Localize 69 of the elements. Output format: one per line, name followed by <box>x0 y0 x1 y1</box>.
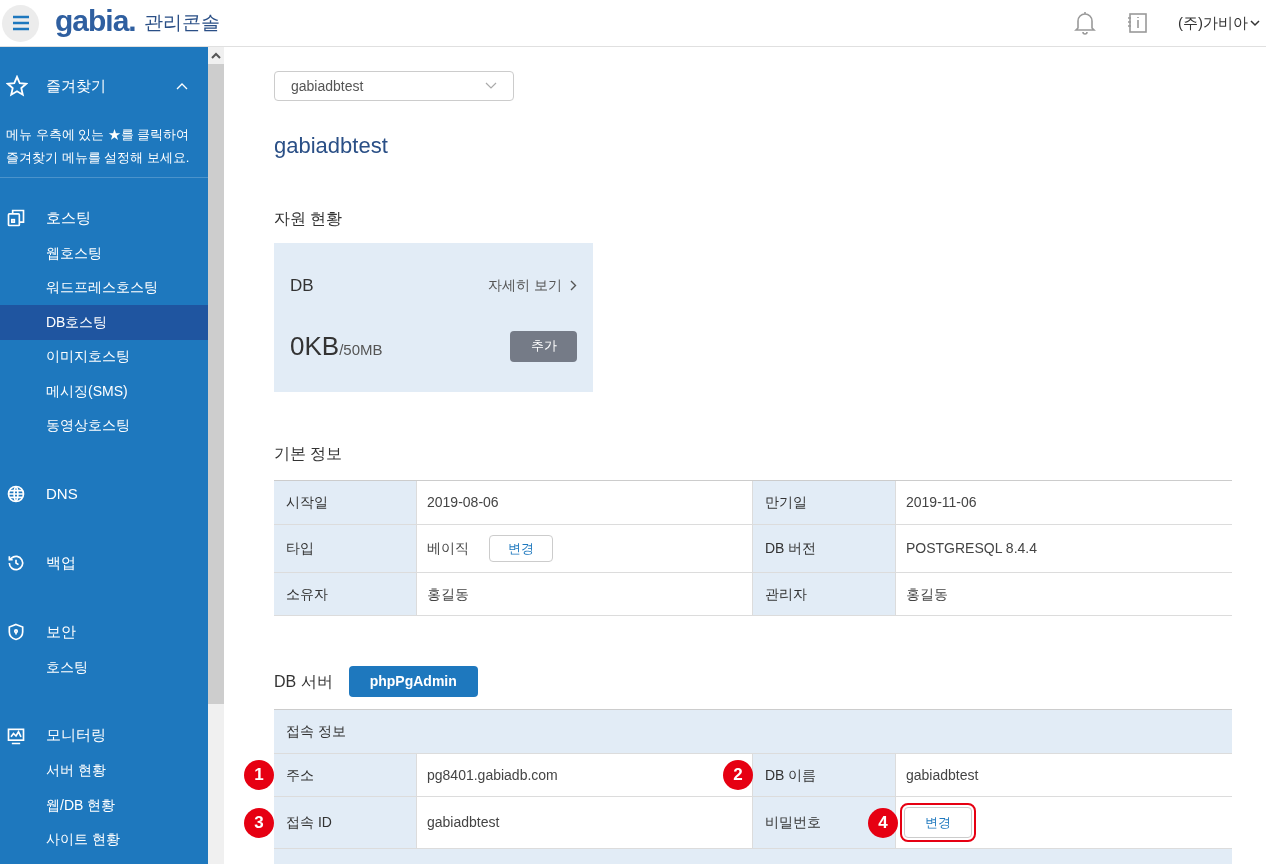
usage-text: 0KB/50MB <box>290 329 383 363</box>
change-button[interactable]: 변경 <box>489 534 553 563</box>
sidebar-item[interactable]: 동영상호스팅 <box>0 408 208 443</box>
section-title: 기본 정보 <box>274 444 344 464</box>
sidebar-item[interactable]: 워드프레스호스팅 <box>0 270 208 305</box>
sidebar-item[interactable]: 웹/DB 현황 <box>0 788 208 823</box>
field-value: POSTGRESQL 8.4.4 <box>906 539 1037 558</box>
field-label: 관리자 <box>765 584 807 604</box>
sidebar-item[interactable]: 메시징(SMS) <box>0 374 208 409</box>
chevron-up-icon <box>176 82 188 90</box>
sidebar-group[interactable]: 호스팅 <box>46 206 91 230</box>
info-icon[interactable] <box>1126 12 1148 34</box>
logo: gabia. <box>55 6 136 39</box>
scrollbar[interactable] <box>208 47 224 864</box>
sidebar-item[interactable]: 서버 현황 <box>0 753 208 788</box>
table-header: 접속 정보 <box>274 710 1232 754</box>
copy-icon <box>6 208 26 228</box>
sidebar-group[interactable]: DNS <box>46 482 78 506</box>
shield-icon <box>6 622 26 642</box>
number-marker: 3 <box>244 807 274 838</box>
sidebar-group[interactable]: 백업 <box>46 551 76 575</box>
phppgadmin-button[interactable]: phpPgAdmin <box>348 666 478 697</box>
sidebar-item[interactable]: 호스팅 <box>0 650 208 685</box>
sidebar-group[interactable]: 모니터링 <box>46 724 106 747</box>
sidebar-item[interactable]: DB호스팅 <box>0 305 208 340</box>
number-marker: 2 <box>723 760 753 790</box>
favorites-hint: 즐겨찾기 메뉴를 설정해 보세요. <box>6 149 191 167</box>
caret-icon <box>1250 19 1260 27</box>
field-label: DB 이름 <box>765 765 817 785</box>
sidebar-item[interactable]: 웹호스팅 <box>0 236 208 271</box>
star-icon <box>6 75 28 97</box>
sidebar-item[interactable]: 이미지호스팅 <box>0 339 208 374</box>
app-title: 관리콘솔 <box>143 10 220 35</box>
field-label: 주소 <box>286 765 314 785</box>
bell-icon[interactable] <box>1074 11 1096 35</box>
section-title: 자원 현황 <box>274 209 344 229</box>
globe-icon <box>6 484 26 504</box>
field-value: 홍길동 <box>906 584 948 604</box>
account-menu[interactable]: (주)가비아 <box>1178 11 1260 35</box>
field-label: 만기일 <box>765 493 807 512</box>
field-value: gabiadbtest <box>427 813 500 832</box>
field-value: gabiadbtest <box>906 765 979 785</box>
field-label: 접속 ID <box>286 813 332 832</box>
field-label: 타입 <box>286 539 314 558</box>
favorites-hint: 메뉴 우측에 있는 ★를 클릭하여 <box>6 126 191 144</box>
details-link[interactable]: 자세히 보기 <box>488 275 577 297</box>
caret-icon <box>485 82 497 90</box>
history-icon <box>6 553 26 573</box>
sidebar-group[interactable]: 보안 <box>46 620 76 644</box>
resource-name: DB <box>290 275 314 297</box>
field-label: DB 버전 <box>765 539 817 558</box>
field-value: 홍길동 <box>427 584 469 604</box>
field-label: 비밀번호 <box>765 813 821 832</box>
sidebar-item[interactable]: 사이트 현황 <box>0 822 208 857</box>
field-label: 소유자 <box>286 584 328 604</box>
field-value: pg8401.gabiadb.com <box>427 765 558 785</box>
field-value: 베이직 <box>427 539 469 558</box>
service-select[interactable]: gabiadbtest <box>274 71 514 101</box>
number-marker: 1 <box>244 760 274 790</box>
field-value: 2019-11-06 <box>906 493 977 512</box>
add-button[interactable]: 추가 <box>510 330 577 362</box>
field-value: 2019-08-06 <box>427 493 499 512</box>
favorites-toggle[interactable]: 즐겨찾기 <box>46 74 188 98</box>
field-label: 시작일 <box>286 493 328 512</box>
menu-button[interactable] <box>2 4 39 42</box>
chevron-right-icon <box>570 280 577 292</box>
section-title: DB 서버 <box>274 671 333 692</box>
page-title: gabiadbtest <box>274 132 389 160</box>
menu-icon <box>11 15 30 31</box>
